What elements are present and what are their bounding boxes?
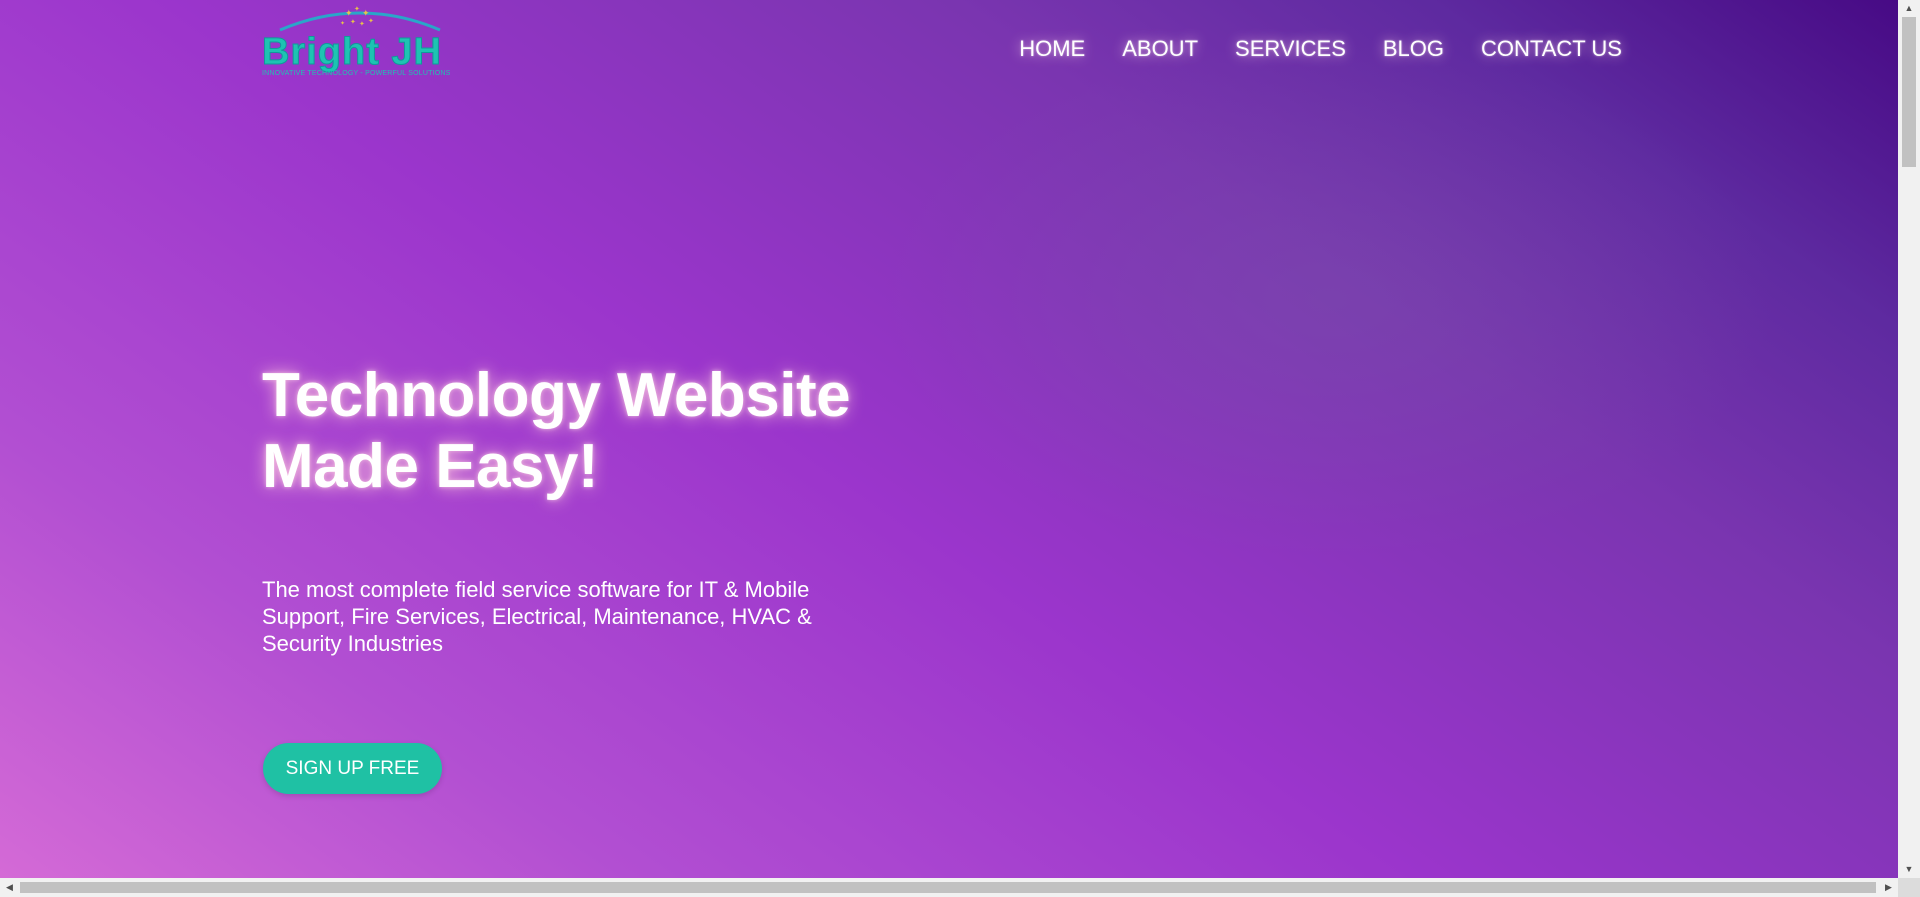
- svg-text:✦: ✦: [362, 8, 370, 18]
- hero-subtitle: The most complete field service software…: [262, 577, 812, 656]
- vertical-scrollbar[interactable]: ▲ ▼: [1898, 0, 1920, 878]
- scroll-down-arrow-icon[interactable]: ▼: [1898, 861, 1920, 878]
- svg-text:✦: ✦: [359, 20, 365, 28]
- svg-text:✦: ✦: [345, 8, 353, 18]
- nav-item-about[interactable]: ABOUT: [1122, 34, 1198, 64]
- svg-text:✦: ✦: [354, 5, 360, 13]
- scroll-right-arrow-icon[interactable]: ▶: [1879, 878, 1898, 897]
- horizontal-scrollbar[interactable]: ◀ ▶: [0, 878, 1898, 897]
- scroll-up-arrow-icon[interactable]: ▲: [1898, 0, 1920, 17]
- nav-item-blog[interactable]: BLOG: [1383, 34, 1444, 64]
- svg-text:✦: ✦: [350, 18, 356, 26]
- page-viewport: ✦ ✦ ✦ ✦ ✦ ✦ ✦ Bright JH INNOVATIVE TECHN…: [0, 0, 1898, 878]
- scroll-left-arrow-icon[interactable]: ◀: [0, 878, 19, 897]
- brand-logo[interactable]: ✦ ✦ ✦ ✦ ✦ ✦ ✦ Bright JH INNOVATIVE TECHN…: [262, 2, 458, 80]
- vertical-scroll-thumb[interactable]: [1902, 17, 1916, 167]
- nav-item-services[interactable]: SERVICES: [1235, 34, 1346, 64]
- logo-wordmark: Bright JH: [262, 31, 442, 73]
- svg-text:✦: ✦: [340, 20, 345, 27]
- nav-item-home[interactable]: HOME: [1019, 34, 1085, 64]
- logo-tagline: INNOVATIVE TECHNOLOGY - POWERFUL SOLUTIO…: [262, 70, 451, 77]
- hero-title: Technology Website Made Easy!: [262, 361, 851, 501]
- svg-text:✦: ✦: [368, 17, 374, 25]
- scrollbar-corner: [1898, 878, 1920, 897]
- horizontal-scroll-thumb[interactable]: [20, 882, 1876, 893]
- nav-item-contact-us[interactable]: CONTACT US: [1481, 34, 1622, 64]
- sign-up-free-button[interactable]: SIGN UP FREE: [263, 743, 442, 794]
- main-navigation: HOME ABOUT SERVICES BLOG CONTACT US: [982, 34, 1622, 64]
